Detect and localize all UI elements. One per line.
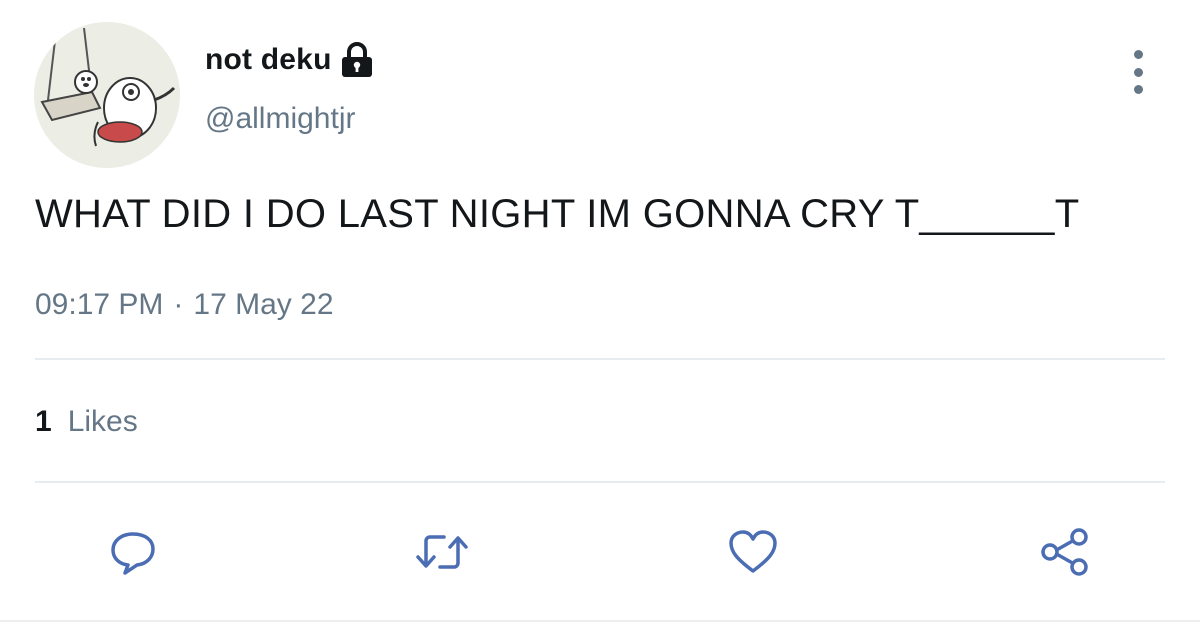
heart-icon (729, 530, 777, 573)
reply-icon (111, 532, 155, 575)
share-icon (1041, 528, 1088, 576)
divider (35, 358, 1165, 360)
tweet-text: WHAT DID I DO LAST NIGHT IM GONNA CRY T_… (35, 192, 1080, 236)
tweet-detail: not deku @allmightjr WHAT DID I DO LAST … (0, 0, 1200, 637)
avatar[interactable] (34, 22, 180, 168)
timestamp: 09:17 PM · 17 May 22 (35, 288, 334, 322)
share-button[interactable] (1035, 522, 1095, 582)
timestamp-separator: · (173, 288, 184, 321)
like-button[interactable] (723, 522, 783, 582)
retweet-button[interactable] (412, 522, 472, 582)
bottom-border (0, 620, 1200, 622)
likes-count: 1 (35, 405, 52, 438)
more-options-icon[interactable] (1124, 50, 1152, 94)
likes-label: Likes (67, 405, 138, 438)
avatar-image (34, 22, 180, 168)
divider (35, 481, 1165, 483)
tweet-date: 17 May 22 (193, 288, 334, 321)
lock-icon (340, 42, 374, 78)
display-name-row: not deku (205, 40, 374, 80)
tweet-time: 09:17 PM (35, 288, 164, 321)
user-handle[interactable]: @allmightjr (205, 102, 355, 136)
display-name[interactable]: not deku (205, 43, 332, 77)
reply-button[interactable] (103, 522, 163, 582)
likes-stat[interactable]: 1 Likes (35, 405, 138, 439)
retweet-icon (416, 535, 468, 569)
